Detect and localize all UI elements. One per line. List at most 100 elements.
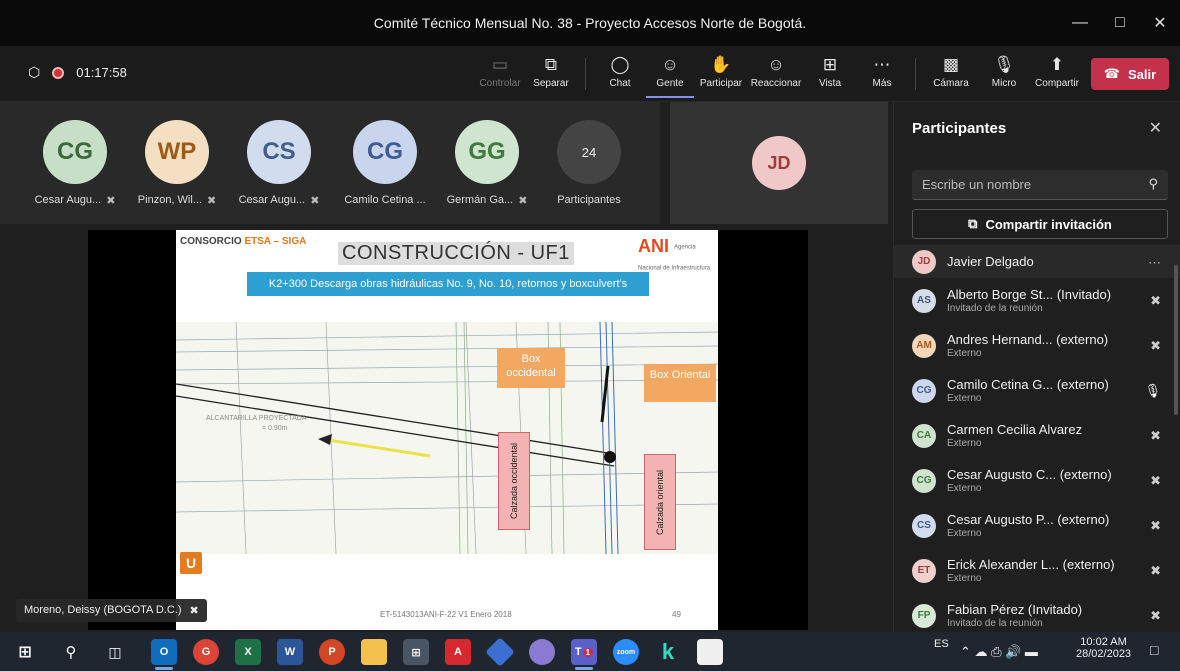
smiley-icon: ☺ [767,55,785,74]
list-item[interactable]: AM Andres Hernand... (externo) Externo ✖ [894,323,1180,368]
camera-button[interactable]: ▩ Cámara [927,52,975,98]
list-item[interactable]: CA Carmen Cecilia Alvarez Externo ✖ [894,413,1180,458]
windows-start-icon[interactable]: ⊞ [12,639,38,665]
minimize-icon[interactable]: — [1060,14,1100,32]
azure-icon[interactable] [485,637,515,667]
more-button[interactable]: ⋯ Más [858,52,906,98]
avatar: JD [912,249,936,274]
list-item[interactable]: CG Cesar Augusto C... (externo) Externo ✖ [894,458,1180,503]
toolbar-divider [915,58,916,90]
more-participants-tile[interactable]: 24 Participantes [539,120,639,206]
avatar: FP [912,603,936,628]
list-item[interactable]: CG Camilo Cetina G... (externo) Externo 🎙 [894,368,1180,413]
chrome-icon[interactable]: G [193,639,219,665]
active-indicator [155,667,173,670]
more-count: 24 [557,120,621,184]
participant-name: Javier Delgado [947,254,1034,269]
list-item[interactable]: AS Alberto Borge St... (Invitado) Invitad… [894,278,1180,323]
notification-icon[interactable]: □ [1150,642,1158,658]
close-icon[interactable]: ✕ [1149,118,1162,138]
search-icon[interactable]: ⚲ [1148,176,1158,192]
k-app-icon[interactable]: k [655,639,681,665]
raise-hand-button[interactable]: ✋ Participar [697,52,745,98]
control-button[interactable]: ▭ Controlar [476,52,524,98]
share-invite-button[interactable]: ⧉ Compartir invitación [912,209,1168,239]
search-placeholder: Escribe un nombre [922,177,1032,192]
participant-tile[interactable]: CG Camilo Cetina ... [335,120,435,206]
presenter-name-tag: Moreno, Deissy (BOGOTA D.C.) ✖ [16,599,207,622]
list-item[interactable]: ET Erick Alexander L... (externo) Externo… [894,548,1180,593]
presentation-slide: CONSORCIO ETSA – SIGA CONSTRUCCIÓN - UF1… [176,230,718,630]
panel-title: Participantes [912,120,1007,137]
participant-role: Externo [947,573,982,584]
tile-name-row: Camilo Cetina ... [335,194,435,206]
react-label: Reaccionar [750,78,802,89]
chat-button[interactable]: ◯ Chat [596,52,644,98]
mic-off-icon: ✖ [106,195,116,207]
people-button[interactable]: ☺ Gente [646,52,694,98]
notepad-icon[interactable] [697,639,723,665]
participant-tile[interactable]: GG Germán Ga... ✖ [437,120,537,207]
engineering-drawing: ALCANTARILLA PROYECTADA = 0.90m Box occi… [176,322,718,554]
maximize-icon[interactable]: □ [1100,14,1140,32]
participant-name: Carmen Cecilia Alvarez [947,422,1083,437]
tile-name-row: Cesar Augu... ✖ [229,194,329,207]
leave-label: Salir [1128,66,1157,82]
participant-name: Fabian Pérez (Invitado) [947,602,1083,617]
camera-label: Cámara [933,78,969,89]
search-input[interactable]: Escribe un nombre ⚲ [912,170,1168,200]
slide-header: CONSORCIO ETSA – SIGA CONSTRUCCIÓN - UF1… [176,230,718,271]
pinned-participant[interactable]: JD [670,102,888,224]
list-item[interactable]: CS Cesar Augusto P... (externo) Externo ✖ [894,503,1180,548]
language-indicator[interactable]: ES [934,638,949,650]
share-button[interactable]: ⬆ Compartir [1033,52,1081,98]
participant-role: Externo [947,348,982,359]
share-label: Compartir [1035,78,1079,89]
popout-button[interactable]: ⧉ Separar [527,52,575,98]
clock[interactable]: 10:02 AM 28/02/2023 [1076,636,1131,660]
file-explorer-icon[interactable] [361,639,387,665]
zoom-icon[interactable]: zoom [613,639,639,665]
search-icon[interactable]: ⚲ [58,639,84,665]
mic-off-icon: ✖ [1150,562,1161,578]
tray-icons[interactable]: ⌃ ☁ ⎙ 🔊 ▬ [960,644,1038,660]
list-item[interactable]: JD Javier Delgado ··· [894,245,1180,278]
avatar: AM [912,333,936,358]
participant-tile[interactable]: WP Pinzon, Wil... ✖ [127,120,227,207]
drawing-svg: ALCANTARILLA PROYECTADA = 0.90m [176,322,718,554]
share-icon: ⧉ [968,216,978,231]
popout-icon: ⧉ [544,55,558,74]
paint-icon[interactable] [529,639,555,665]
mic-off-icon: ✖ [1150,337,1161,353]
close-window-icon[interactable]: ✕ [1140,13,1180,33]
teams-icon[interactable]: T1 [571,639,597,665]
slide-footer: ET-5143013ANI-F-22 V1 Enero 2018 49 [176,602,718,630]
window-title: Comité Técnico Mensual No. 38 - Proyecto… [373,15,807,31]
more-options-icon[interactable]: ··· [1148,254,1161,269]
react-button[interactable]: ☺ Reaccionar [750,52,802,98]
panel-scrollbar[interactable] [1174,265,1178,415]
mic-off-icon: ✖ [1150,472,1161,488]
participant-role: Externo [947,483,982,494]
avatar: CS [247,120,311,184]
participant-name: Andres Hernand... (externo) [947,332,1109,347]
mic-button[interactable]: 🎙 Micro [980,52,1028,98]
avatar: CS [912,513,936,538]
word-icon[interactable]: W [277,639,303,665]
participant-tile[interactable]: CG Cesar Augu... ✖ [25,120,125,207]
task-view-icon[interactable]: ◫ [102,639,128,665]
participant-name: Cesar Augusto P... (externo) [947,512,1110,527]
calculator-icon[interactable]: ⊞ [403,639,429,665]
leave-button[interactable]: ☎ Salir [1091,58,1169,90]
outlook-icon[interactable]: O [151,639,177,665]
powerpoint-icon[interactable]: P [319,639,345,665]
excel-icon[interactable]: X [235,639,261,665]
participant-tile[interactable]: CS Cesar Augu... ✖ [229,120,329,207]
view-button[interactable]: ⊞ Vista [806,52,854,98]
list-item[interactable]: FP Fabian Pérez (Invitado) Invitado de la… [894,593,1180,632]
calzada-occidental-label: Calzada occidental [498,432,530,530]
mic-label: Micro [991,78,1017,89]
acrobat-icon[interactable]: A [445,639,471,665]
tile-name: Germán Ga... [446,194,514,206]
participant-name: Erick Alexander L... (externo) [947,557,1115,572]
